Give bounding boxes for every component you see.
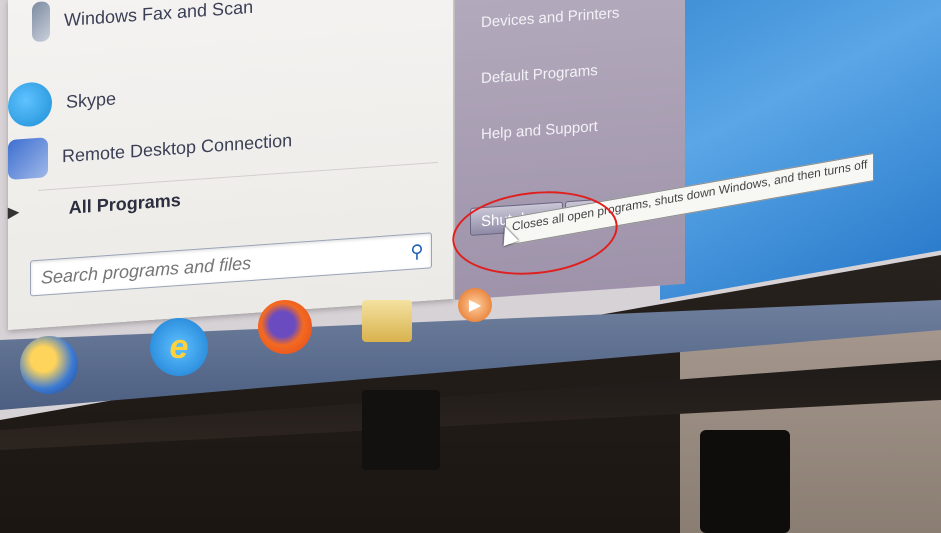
all-programs-label: All Programs — [68, 189, 181, 218]
internet-explorer-icon[interactable]: e — [150, 318, 208, 376]
program-remote-desktop-connection[interactable]: Remote Desktop Connection — [8, 120, 292, 180]
program-label: Skype — [66, 87, 117, 112]
program-skype[interactable]: Skype — [8, 76, 116, 128]
fax-scan-icon — [32, 1, 50, 43]
desktop-background — [660, 0, 941, 301]
search-box[interactable]: ⚲ — [30, 232, 432, 297]
program-windows-fax-and-scan[interactable]: Windows Fax and Scan — [32, 0, 254, 43]
skype-icon — [8, 80, 52, 128]
link-help-and-support[interactable]: Help and Support — [481, 118, 598, 143]
program-label: Windows Fax and Scan — [64, 0, 254, 30]
search-icon[interactable]: ⚲ — [403, 240, 431, 263]
file-explorer-icon[interactable] — [362, 300, 412, 342]
start-orb-icon[interactable] — [20, 336, 78, 394]
media-player-icon[interactable]: ▶ — [458, 288, 492, 322]
start-menu-left-pane: Windows Fax and Scan Skype Remote Deskto… — [8, 0, 454, 330]
remote-desktop-icon — [8, 137, 48, 180]
link-default-programs[interactable]: Default Programs — [481, 62, 598, 87]
all-programs-item[interactable]: ▶ All Programs — [8, 190, 181, 223]
program-label: Remote Desktop Connection — [62, 129, 293, 166]
chevron-right-icon: ▶ — [8, 203, 19, 220]
search-input[interactable] — [31, 240, 403, 290]
firefox-icon[interactable] — [258, 300, 312, 354]
device-box — [362, 390, 440, 470]
speaker — [700, 430, 790, 533]
link-devices-and-printers[interactable]: Devices and Printers — [481, 5, 619, 32]
